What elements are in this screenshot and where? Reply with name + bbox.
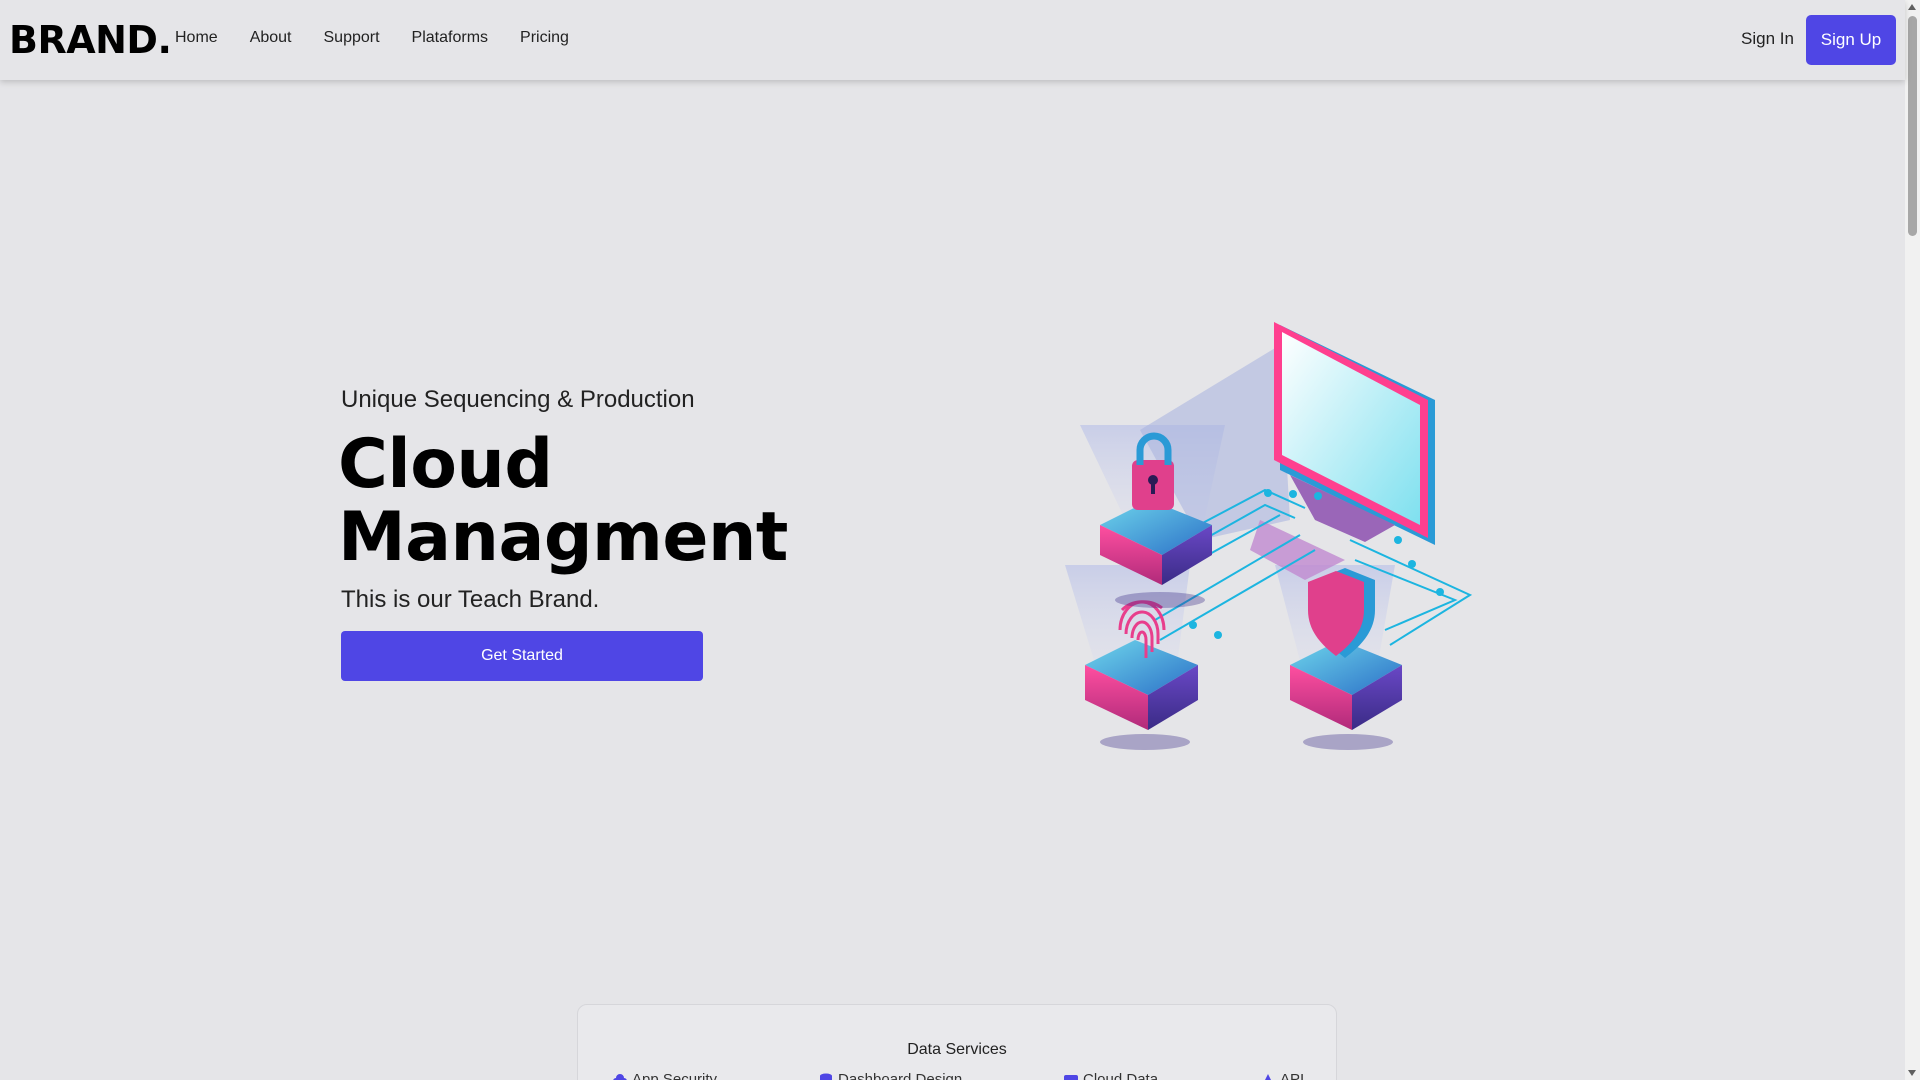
nav-support-link[interactable]: Support (324, 29, 380, 47)
hero-title-line-1: Cloud (338, 425, 553, 504)
sign-in-link[interactable]: Sign In (1741, 29, 1794, 49)
get-started-button[interactable]: Get Started (341, 631, 703, 681)
data-services-card: Data Services App Security Dashboard Des… (577, 1004, 1337, 1080)
main-nav: Home About Support Plataforms Pricing (175, 29, 601, 47)
cloud-security-illustration (1065, 322, 1473, 750)
service-label: Cloud Data (1083, 1071, 1159, 1080)
nav-about-link[interactable]: About (250, 29, 292, 47)
service-app-security[interactable]: App Security (612, 1071, 717, 1080)
service-label: App Security (632, 1071, 718, 1080)
server-icon (1064, 1074, 1078, 1080)
scroll-thumb[interactable] (1908, 16, 1917, 236)
cloud-lock-icon (613, 1073, 627, 1080)
services-title: Data Services (907, 1041, 1007, 1058)
service-cloud-data[interactable]: Cloud Data (1063, 1071, 1158, 1080)
database-icon (820, 1073, 832, 1080)
top-navbar: BRAND. Home About Support Plataforms Pri… (0, 0, 1905, 80)
hero-subtitle: Unique Sequencing & Production (341, 386, 695, 413)
hero-title: Cloud Managment (338, 428, 818, 574)
nav-pricing-link[interactable]: Pricing (520, 29, 569, 47)
service-dashboard-design[interactable]: Dashboard Design (818, 1071, 962, 1080)
service-label: Dashboard Design (838, 1071, 963, 1080)
scroll-down-arrow-icon[interactable] (1908, 1070, 1916, 1076)
service-api[interactable]: API (1260, 1071, 1304, 1080)
service-label: API (1280, 1071, 1305, 1080)
hero-title-line-2: Managment (338, 498, 788, 577)
vertical-scrollbar[interactable] (1905, 0, 1920, 1080)
nav-plataforms-link[interactable]: Plataforms (412, 29, 488, 47)
sign-up-button[interactable]: Sign Up (1806, 15, 1896, 65)
nav-home-link[interactable]: Home (175, 29, 218, 47)
hero-tagline: This is our Teach Brand. (341, 586, 600, 613)
triangle-icon (1264, 1073, 1272, 1080)
scroll-up-arrow-icon[interactable] (1908, 4, 1916, 10)
brand-logo[interactable]: BRAND. (9, 18, 172, 62)
